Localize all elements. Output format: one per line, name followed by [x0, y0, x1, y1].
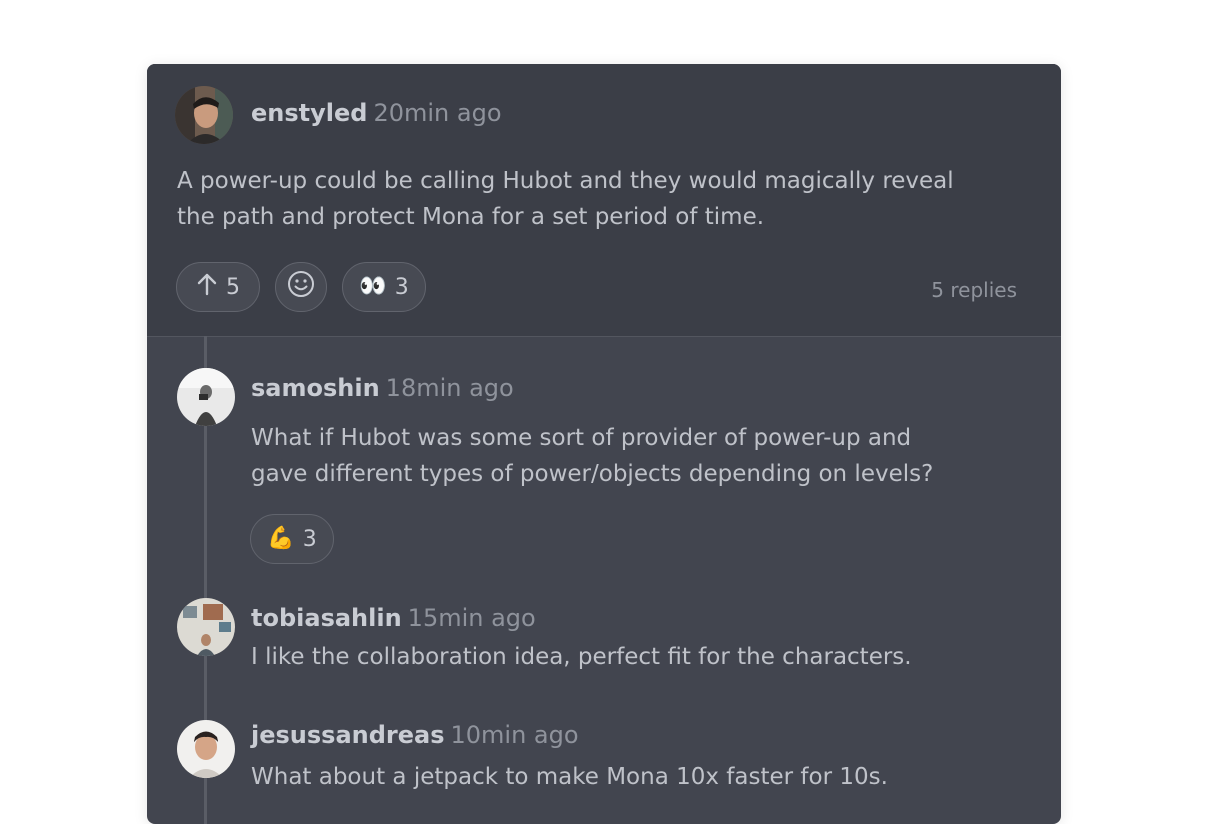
arrow-up-icon	[196, 272, 218, 302]
reply-header: samoshin 18min ago	[251, 374, 514, 402]
reply-body: What about a jetpack to make Mona 10x fa…	[251, 759, 1061, 795]
avatar-jesussandreas[interactable]	[177, 720, 235, 778]
reply-body-line: What about a jetpack to make Mona 10x fa…	[251, 764, 888, 790]
eyes-emoji: 👀	[359, 274, 387, 299]
replies-count-link[interactable]: 5 replies	[931, 278, 1017, 302]
reply-body-line: I like the collaboration idea, perfect f…	[251, 644, 912, 670]
eyes-reaction-button[interactable]: 👀 3	[342, 262, 426, 312]
avatar-tobiasahlin[interactable]	[177, 598, 235, 656]
reply-header: jesussandreas 10min ago	[251, 721, 579, 749]
post-header: enstyled 20min ago	[251, 99, 502, 127]
muscle-reaction-count: 3	[302, 526, 317, 552]
avatar-enstyled[interactable]	[175, 86, 233, 144]
post-body-line: the path and protect Mona for a set peri…	[177, 204, 765, 230]
upvote-button[interactable]: 5	[176, 262, 260, 312]
reply-timestamp: 15min ago	[407, 604, 536, 632]
add-reaction-button[interactable]	[275, 262, 327, 312]
main-post: enstyled 20min ago A power-up could be ca…	[147, 64, 1061, 337]
reply-header: tobiasahlin 15min ago	[251, 604, 536, 632]
reply-body-line: gave different types of power/objects de…	[251, 461, 934, 487]
post-author[interactable]: enstyled	[251, 99, 367, 127]
reply-body: I like the collaboration idea, perfect f…	[251, 639, 1061, 675]
muscle-reaction-button[interactable]: 💪 3	[250, 514, 334, 564]
post-body-line: A power-up could be calling Hubot and th…	[177, 168, 954, 194]
reply-timestamp: 10min ago	[450, 721, 579, 749]
muscle-emoji: 💪	[267, 526, 295, 551]
avatar-samoshin[interactable]	[177, 368, 235, 426]
smiley-icon	[287, 270, 315, 304]
reply-author[interactable]: tobiasahlin	[251, 604, 402, 632]
eyes-reaction-count: 3	[394, 274, 409, 300]
comment-thread-card: enstyled 20min ago A power-up could be ca…	[147, 64, 1061, 824]
post-timestamp: 20min ago	[373, 99, 502, 127]
reply-author[interactable]: samoshin	[251, 374, 380, 402]
reply-author[interactable]: jesussandreas	[251, 721, 445, 749]
post-body: A power-up could be calling Hubot and th…	[177, 163, 1027, 235]
upvote-count: 5	[226, 274, 240, 300]
reply-body: What if Hubot was some sort of provider …	[251, 420, 1061, 492]
reply-body-line: What if Hubot was some sort of provider …	[251, 425, 912, 451]
reply-timestamp: 18min ago	[385, 374, 514, 402]
